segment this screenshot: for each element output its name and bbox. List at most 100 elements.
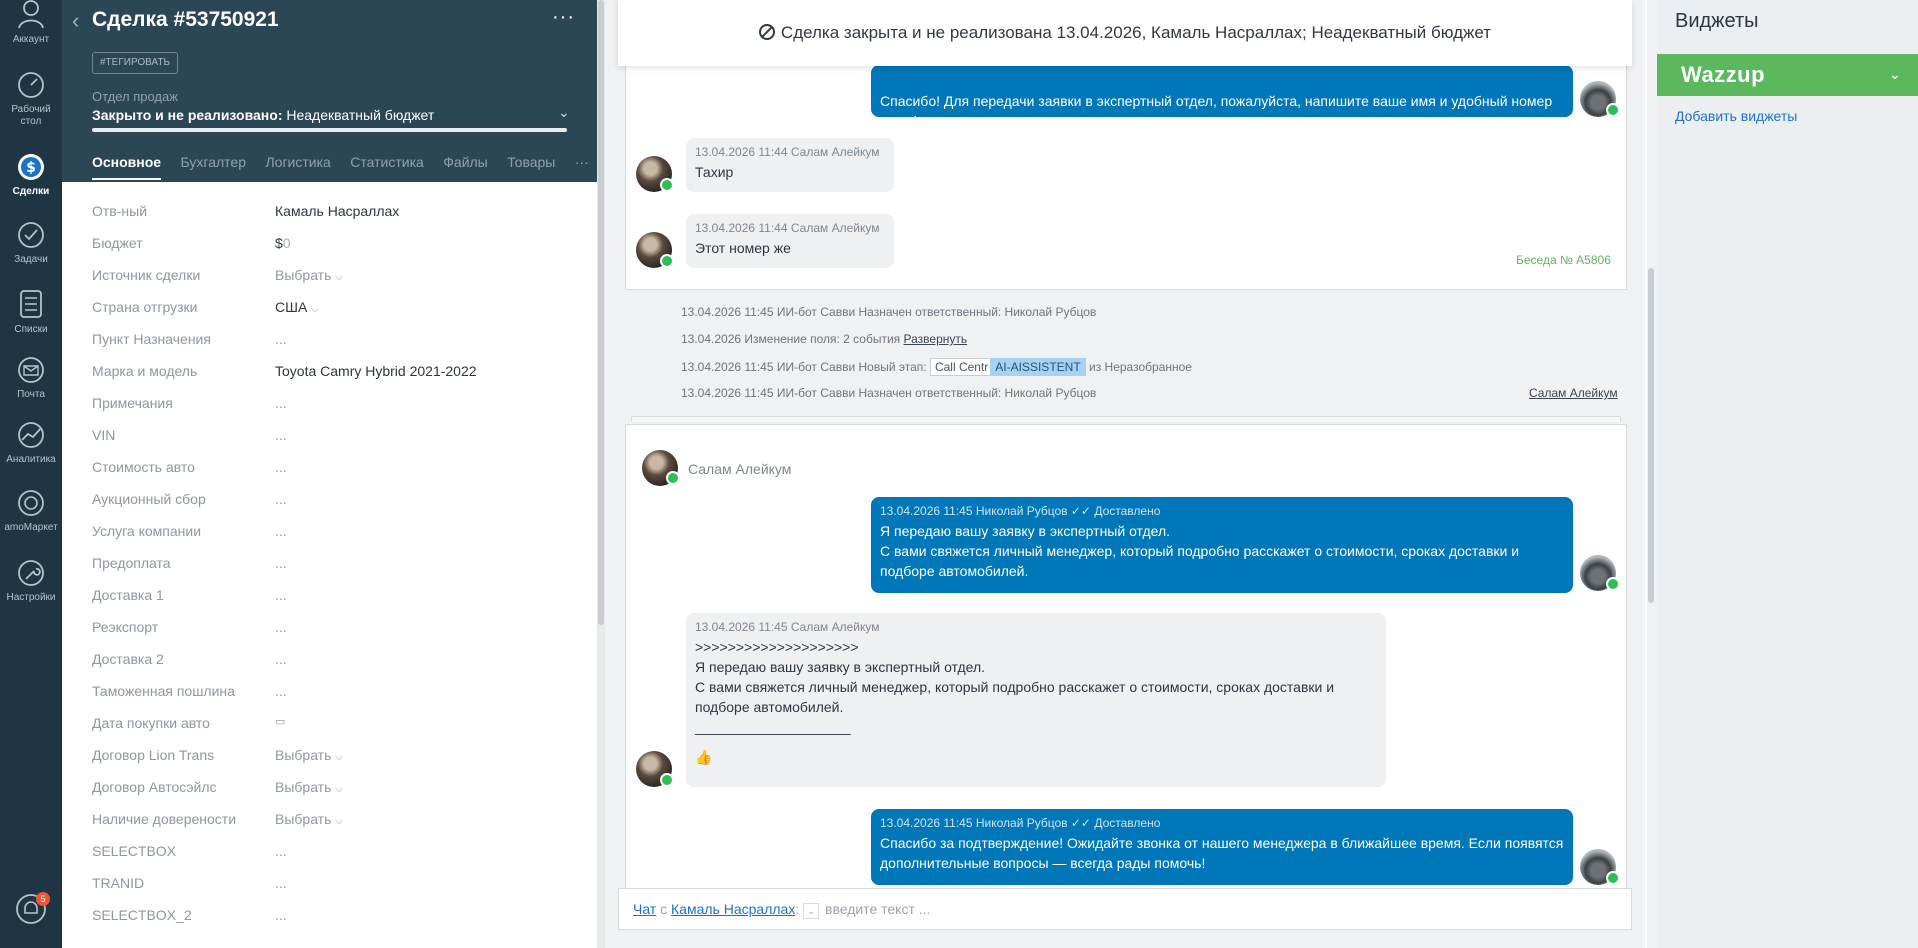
field-value[interactable]: ...: [275, 491, 287, 507]
field-label: Пункт Назначения: [92, 331, 211, 347]
recipient-link[interactable]: Камаль Насраллах: [671, 901, 795, 917]
chevron-down-icon[interactable]: ⌄: [803, 903, 820, 919]
tab-files[interactable]: Файлы: [443, 154, 487, 170]
chevron-down-icon[interactable]: ⌄: [558, 104, 570, 121]
message-composer[interactable]: Чат с Камаль Насраллах: ⌄ введите текст …: [618, 888, 1632, 930]
list-icon: [20, 290, 42, 318]
select-value: Выбрать: [275, 267, 332, 283]
status-reason: Неадекватный бюджет: [282, 107, 435, 123]
nav-notifications[interactable]: 5: [0, 892, 62, 930]
field-responsible[interactable]: Отв-ный Камаль Насраллах: [92, 194, 572, 226]
field-prepayment[interactable]: Предоплата ...: [92, 546, 572, 578]
card-scrollbar-thumb[interactable]: [598, 0, 604, 625]
feed-scrollbar-thumb[interactable]: [1648, 268, 1654, 603]
field-company-service[interactable]: Услуга компании ...: [92, 514, 572, 546]
field-value[interactable]: США ⌵: [275, 299, 319, 315]
field-budget[interactable]: Бюджет $0: [92, 226, 572, 258]
tab-accounting[interactable]: Бухгалтер: [181, 154, 246, 170]
field-selectbox-2[interactable]: SELECTBOX_2 ...: [92, 898, 572, 930]
select-value: Выбрать: [275, 747, 332, 763]
field-value[interactable]: ...: [275, 683, 287, 699]
quote-marker: >>>>>>>>>>>>>>>>>>>>: [695, 639, 859, 655]
field-delivery-2[interactable]: Доставка 2 ...: [92, 642, 572, 674]
tab-more[interactable]: ···: [575, 154, 589, 170]
field-value[interactable]: ...: [275, 395, 287, 411]
contact-link[interactable]: Салам Алейкум: [1529, 386, 1618, 400]
nav-dashboard[interactable]: Рабочий стол: [0, 70, 62, 128]
add-tag-button[interactable]: #ТЕГИРОВАТЬ: [92, 52, 179, 74]
nav-account[interactable]: Аккаунт: [0, 0, 62, 46]
field-value[interactable]: ...: [275, 523, 287, 539]
chat-thread-2: Салам Алейкум 13.04.2026 11:45 Николай Р…: [625, 424, 1627, 894]
field-power-of-attorney[interactable]: Наличие доверености Выбрать ⌵: [92, 802, 572, 834]
field-deal-source[interactable]: Источник сделки Выбрать ⌵: [92, 258, 572, 290]
field-purchase-date[interactable]: Дата покупки авто ▭: [92, 706, 572, 738]
field-value[interactable]: ...: [275, 843, 287, 859]
calendar-icon[interactable]: ▭: [275, 715, 285, 728]
field-value[interactable]: ...: [275, 459, 287, 475]
field-value[interactable]: ...: [275, 331, 287, 347]
nav-settings[interactable]: Настройки: [0, 558, 62, 604]
chat-type-link[interactable]: Чат: [633, 901, 656, 917]
more-actions-icon[interactable]: ···: [552, 6, 575, 29]
conversation-number[interactable]: Беседа № A5806: [1516, 253, 1611, 267]
chevron-down-icon: ⌵: [335, 816, 343, 827]
field-value[interactable]: ...: [275, 555, 287, 571]
nav-market[interactable]: amoМаркет: [0, 488, 62, 534]
pipeline-progress-bar: [92, 128, 567, 132]
select-value: Выбрать: [275, 779, 332, 795]
mail-icon: [18, 357, 44, 383]
field-value[interactable]: Выбрать ⌵: [275, 811, 343, 827]
tab-logistics[interactable]: Логистика: [265, 154, 330, 170]
field-car-price[interactable]: Стоимость авто ...: [92, 450, 572, 482]
tab-products[interactable]: Товары: [507, 154, 555, 170]
field-value[interactable]: $0: [275, 235, 291, 251]
thread-contact-name[interactable]: Салам Алейкум: [688, 461, 791, 477]
chevron-down-icon[interactable]: ⌄: [1889, 66, 1901, 83]
field-value[interactable]: Камаль Насраллах: [275, 203, 399, 219]
field-value[interactable]: ...: [275, 875, 287, 891]
deal-title[interactable]: Сделка #53750921: [92, 8, 279, 32]
field-auction-fee[interactable]: Аукционный сбор ...: [92, 482, 572, 514]
add-widgets-link[interactable]: Добавить виджеты: [1675, 108, 1797, 124]
field-value[interactable]: Toyota Camry Hybrid 2021-2022: [275, 363, 477, 379]
nav-deals[interactable]: $ Сделки: [0, 152, 62, 198]
field-value[interactable]: ...: [275, 427, 287, 443]
whatsapp-icon: [1606, 871, 1620, 885]
field-make-model[interactable]: Марка и модель Toyota Camry Hybrid 2021-…: [92, 354, 572, 386]
nav-lists[interactable]: Списки: [0, 288, 62, 336]
nav-analytics[interactable]: Аналитика: [0, 420, 62, 466]
field-lion-trans-contract[interactable]: Договор Lion Trans Выбрать ⌵: [92, 738, 572, 770]
field-value[interactable]: ...: [275, 587, 287, 603]
field-delivery-1[interactable]: Доставка 1 ...: [92, 578, 572, 610]
field-destination[interactable]: Пункт Назначения ...: [92, 322, 572, 354]
notification-badge: 5: [36, 892, 50, 906]
field-autosales-contract[interactable]: Договор Автосэйлс Выбрать ⌵: [92, 770, 572, 802]
field-value[interactable]: ...: [275, 907, 287, 923]
nav-tasks[interactable]: Задачи: [0, 220, 62, 266]
field-tranid[interactable]: TRANID ...: [92, 866, 572, 898]
field-value[interactable]: Выбрать ⌵: [275, 747, 343, 763]
field-notes[interactable]: Примечания ...: [92, 386, 572, 418]
field-label: Стоимость авто: [92, 459, 195, 475]
message-text: Я передаю вашу заявку в экспертный отдел…: [695, 659, 986, 675]
field-reexport[interactable]: Реэкспорт ...: [92, 610, 572, 642]
composer-input[interactable]: введите текст ...: [825, 901, 930, 917]
field-ship-country[interactable]: Страна отгрузки США ⌵: [92, 290, 572, 322]
field-value[interactable]: ...: [275, 619, 287, 635]
field-selectbox[interactable]: SELECTBOX ...: [92, 834, 572, 866]
pipeline-status[interactable]: Закрыто и не реализовано: Неадекватный б…: [92, 107, 434, 123]
field-customs-duty[interactable]: Таможенная пошлина ...: [92, 674, 572, 706]
field-value[interactable]: ...: [275, 651, 287, 667]
main-nav: Аккаунт Рабочий стол $ Сделки Задачи Спи…: [0, 0, 62, 948]
nav-mail[interactable]: Почта: [0, 355, 62, 401]
outgoing-message: 13.04.2026 11:45 Николай Рубцов ✓✓ Доста…: [871, 497, 1573, 593]
tab-main[interactable]: Основное: [92, 154, 162, 180]
field-value[interactable]: Выбрать ⌵: [275, 779, 343, 795]
field-vin[interactable]: VIN ...: [92, 418, 572, 450]
expand-link[interactable]: Развернуть: [904, 332, 968, 346]
field-value[interactable]: Выбрать ⌵: [275, 267, 343, 283]
tab-statistics[interactable]: Статистика: [350, 154, 424, 170]
wazzup-widget[interactable]: Wazzup ⌄: [1657, 54, 1918, 96]
back-arrow-icon[interactable]: ‹: [72, 8, 79, 34]
